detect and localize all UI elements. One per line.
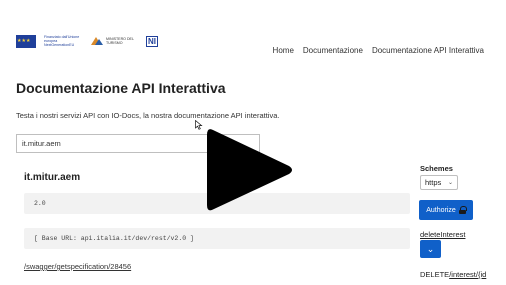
page-title: Documentazione API Interattiva [16, 80, 226, 96]
operation-path: /interest/{id [449, 270, 487, 279]
operation-name[interactable]: deleteInterest [420, 230, 465, 239]
mouse-cursor-icon [195, 120, 203, 130]
header-logos: Finanziato dall'Unione europea NextGener… [16, 30, 158, 52]
eu-flag-icon [16, 34, 36, 48]
expand-operation-button[interactable]: ⌄ [420, 240, 441, 258]
api-name-heading: it.mitur.aem [24, 172, 81, 183]
play-icon[interactable] [205, 124, 295, 216]
schemes-label: Schemes [420, 164, 453, 173]
operation-line[interactable]: DELETE/interest/{id [420, 270, 486, 279]
base-url-text: [ Base URL: api.italia.it/dev/rest/v2.0 … [34, 235, 194, 242]
chevron-down-icon: ⌄ [426, 243, 435, 254]
authorize-button[interactable]: Authorize [419, 200, 473, 220]
nav-documentazione-link[interactable]: Documentazione [303, 46, 363, 55]
chevron-down-icon: ⌄ [447, 180, 453, 186]
schemes-select[interactable]: https ⌄ [420, 175, 458, 190]
ministry-text: MINISTERO DEL TURISMO [106, 36, 134, 45]
eu-funding-text: Finanziato dall'Unione europea NextGener… [44, 34, 80, 48]
nav-api-docs-link[interactable]: Documentazione API Interattiva [372, 46, 484, 55]
intro-text: Testa i nostri servizi API con IO-Docs, … [16, 111, 280, 120]
authorize-label: Authorize [426, 206, 456, 214]
ministry-logo: MINISTERO DEL TURISMO [90, 36, 138, 46]
nav-home-link[interactable]: Home [273, 46, 294, 55]
schemes-selected-value: https [425, 178, 442, 187]
breadcrumb: Home Documentazione Documentazione API I… [273, 46, 484, 55]
spec-link[interactable]: /swagger/getspecification/28456 [24, 262, 131, 271]
ministry-mark-icon [90, 36, 104, 46]
version-text: 2.0 [34, 200, 46, 207]
operation-method: DELETE [420, 270, 450, 279]
pnrr-logo: NI [146, 35, 158, 47]
lock-icon [458, 206, 467, 214]
base-url-block: [ Base URL: api.italia.it/dev/rest/v2.0 … [24, 228, 410, 249]
